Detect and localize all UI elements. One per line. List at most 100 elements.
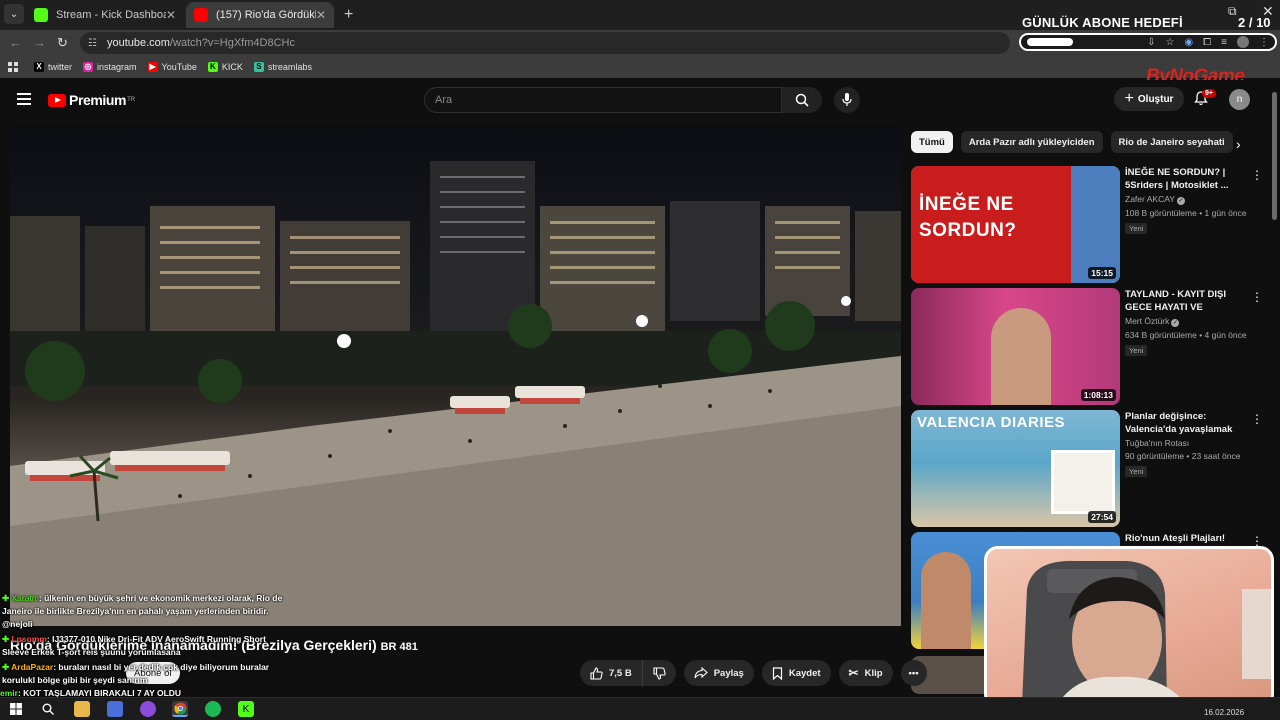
reload-icon[interactable]: ↻ (57, 35, 68, 51)
puzzle-icon[interactable]: ⧠ (1203, 37, 1211, 48)
channel-name: Mert Öztürk (1125, 316, 1170, 326)
windows-start-icon[interactable] (8, 701, 24, 717)
recommendation-title[interactable]: Rio'nun Ateşli Plajları! (1125, 532, 1250, 545)
voice-search-button[interactable] (834, 87, 860, 113)
recommendation-info: TAYLAND - KAYIT DIŞI GECE HAYATI VE KARA… (1125, 288, 1250, 358)
bookmark-instagram[interactable]: ◎ instagram (83, 62, 137, 72)
thumbs-down-icon (653, 666, 666, 680)
goal-progress-fill (1027, 38, 1073, 46)
tab-search-button[interactable]: ⌄ (4, 4, 24, 24)
star-icon[interactable]: ☆ (1165, 37, 1174, 48)
verified-icon: ✓ (1171, 319, 1180, 327)
duration-badge: 1:08:13 (1080, 389, 1116, 401)
chrome-icon[interactable] (172, 701, 188, 717)
bookmark-twitter[interactable]: Xtwitter (34, 62, 72, 72)
chip-uploader[interactable]: Arda Pazır adlı yükleyiciden (960, 131, 1103, 153)
reading-list-icon[interactable]: ≡ (1221, 37, 1227, 48)
notification-badge: 9+ (1202, 89, 1216, 98)
url-field[interactable]: ☷ youtube.com/watch?v=HgXfm4D8CHc (80, 32, 1010, 54)
extension-icon[interactable]: ◉ (1184, 37, 1193, 48)
subscriber-goal-bar: ⇩ ☆ ◉ ⧠ ≡ ⋮ (1019, 33, 1277, 51)
dislike-button[interactable] (641, 660, 676, 686)
close-icon[interactable]: ✕ (316, 8, 326, 22)
apps-icon[interactable] (8, 62, 18, 72)
recommendation-title[interactable]: Planlar değişince: Valencia'da yavaşlama… (1125, 410, 1250, 436)
chip-all[interactable]: Tümü (911, 131, 953, 153)
share-label: Paylaş (713, 667, 744, 679)
tab-kick-dashboard[interactable]: Stream - Kick Dashboard ✕ (26, 2, 184, 28)
url-path: /watch?v=HgXfm4D8CHc (169, 37, 295, 49)
share-button[interactable]: Paylaş (683, 660, 754, 686)
tab-youtube-video[interactable]: (157) Rio'da Gördüklerime İnan ✕ (186, 2, 334, 28)
menu-icon[interactable] (17, 93, 31, 105)
obs-icon[interactable] (140, 701, 156, 717)
create-button[interactable]: + Oluştur (1114, 87, 1184, 111)
search-placeholder: Ara (435, 94, 453, 106)
back-icon[interactable]: ← (9, 35, 22, 50)
spotify-icon[interactable] (205, 701, 221, 717)
close-icon[interactable]: ✕ (166, 8, 176, 22)
restore-window-icon[interactable]: ⧉ (1228, 4, 1237, 19)
youtube-premium-logo[interactable]: Premium TR (48, 92, 135, 108)
scissors-icon: ✂ (848, 666, 859, 680)
recommendation-title[interactable]: İNEĞE NE SORDUN? | 5Sriders | Motosiklet… (1125, 166, 1250, 192)
file-explorer-icon[interactable] (74, 701, 90, 717)
like-button[interactable]: 7,5 B (580, 660, 642, 686)
more-options-icon[interactable]: ⋮ (1251, 168, 1263, 182)
new-tab-button[interactable]: + (344, 6, 353, 24)
chip-rio-travel[interactable]: Rio de Janeiro seyahati (1110, 131, 1233, 153)
clip-button[interactable]: ✂ Klip (838, 660, 893, 686)
site-info-icon[interactable]: ☷ (88, 38, 97, 49)
duration-badge: 15:15 (1088, 267, 1116, 279)
recommendation-card[interactable]: 1:08:13 TAYLAND - KAYIT DIŞI GECE HAYATI… (911, 288, 1266, 405)
recommendation-card[interactable]: VALENCIA DIARIES 27:54 Planlar değişince… (911, 410, 1266, 527)
chat-text: : IJ3377-010 Nike Dri-Fit ADV AeroSwift … (46, 634, 266, 644)
recommendation-card[interactable]: İNEĞE NE SORDUN? 15:15 İNEĞE NE SORDUN? … (911, 166, 1266, 283)
new-badge: Yeni (1125, 466, 1148, 477)
save-button[interactable]: Kaydet (761, 660, 831, 686)
install-app-icon[interactable]: ⇩ (1147, 37, 1155, 48)
search-input[interactable]: Ara (424, 87, 782, 113)
kick-icon[interactable]: K (238, 701, 254, 717)
more-options-icon[interactable]: ⋮ (1251, 290, 1263, 304)
youtube-header: Premium TR Ara + Oluştur 9+ n (0, 80, 1280, 120)
bookmarks-bar: Xtwitter ◎ instagram ▶ YouTube K KICK Sstre… (0, 56, 1280, 78)
menu-dots-icon[interactable]: ⋮ (1259, 37, 1269, 48)
page-scrollbar[interactable] (1272, 92, 1277, 220)
video-meta: 90 görüntüleme • 23 saat önce (1125, 451, 1241, 461)
video-title-suffix: BR 481 (380, 641, 418, 653)
bookmark-streamlabs[interactable]: Sstreamlabs (253, 62, 312, 72)
account-avatar[interactable]: n (1229, 89, 1250, 110)
thumb-person (921, 552, 971, 649)
search-button[interactable] (782, 87, 822, 113)
bookmark-label: streamlabs (267, 62, 312, 72)
channel-name-row[interactable]: Mert Öztürk ✓ (1125, 316, 1250, 327)
profile-avatar[interactable] (1237, 36, 1249, 48)
search-icon (795, 93, 809, 107)
search-icon[interactable] (40, 701, 56, 717)
taskbar-clock: 16.02.2026 (1204, 708, 1245, 717)
video-player[interactable] (10, 126, 901, 626)
subscriber-goal-title: GÜNLÜK ABONE HEDEFİ (1022, 15, 1183, 30)
more-options-icon[interactable]: ⋮ (1251, 412, 1263, 426)
more-actions-button[interactable]: ••• (900, 660, 927, 686)
bookmark-label: KICK (221, 62, 243, 72)
app-icon[interactable] (107, 701, 123, 717)
video-thumbnail[interactable]: İNEĞE NE SORDUN? 15:15 (911, 166, 1120, 283)
tab-label: (157) Rio'da Gördüklerime İnan (216, 9, 316, 21)
bookmark-youtube[interactable]: ▶ YouTube (147, 62, 197, 72)
bookmark-kick[interactable]: K KICK (207, 62, 243, 72)
verified-icon: ✓ (1176, 197, 1185, 205)
video-actions: 7,5 B Paylaş Kaydet ✂ Klip ••• (580, 660, 927, 686)
youtube-play-icon (48, 93, 66, 107)
video-thumbnail[interactable]: VALENCIA DIARIES 27:54 (911, 410, 1120, 527)
video-thumbnail[interactable]: 1:08:13 (911, 288, 1120, 405)
channel-name-row[interactable]: Zafer AKCAY ✓ (1125, 194, 1250, 205)
channel-name[interactable]: Tuğba'nın Rotası (1125, 438, 1250, 448)
chat-message: ✚ Xaratm: ülkenin en büyük şehri ve ekon… (2, 592, 292, 618)
forward-icon[interactable]: → (33, 35, 46, 50)
recommendation-title[interactable]: TAYLAND - KAYIT DIŞI GECE HAYATI VE KARA… (1125, 288, 1250, 314)
channel-name: Zafer AKCAY (1125, 194, 1175, 204)
chevron-right-icon[interactable]: › (1236, 136, 1241, 152)
video-frame-image (10, 161, 901, 626)
